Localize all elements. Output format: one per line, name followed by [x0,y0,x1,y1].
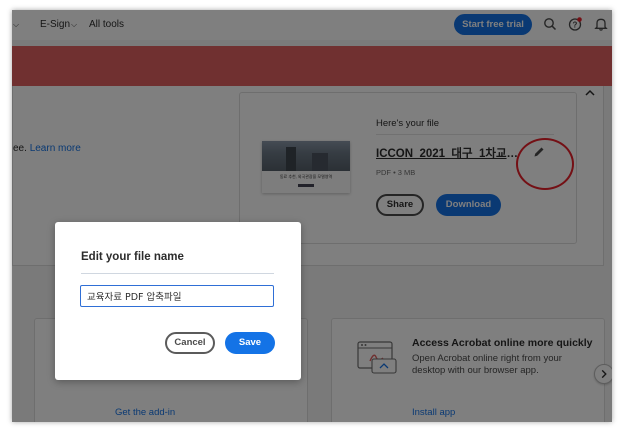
edit-file-name-dialog: Edit your file name Cancel Save [55,222,301,380]
cancel-button[interactable]: Cancel [165,332,215,354]
dialog-title: Edit your file name [81,251,184,263]
save-button[interactable]: Save [225,332,275,354]
app-window: ⌵ E-Sign⌵ All tools Start free trial ? [12,10,612,422]
file-name-input[interactable] [80,285,274,307]
dialog-divider [81,273,274,274]
screenshot-frame: ⌵ E-Sign⌵ All tools Start free trial ? [0,0,627,443]
